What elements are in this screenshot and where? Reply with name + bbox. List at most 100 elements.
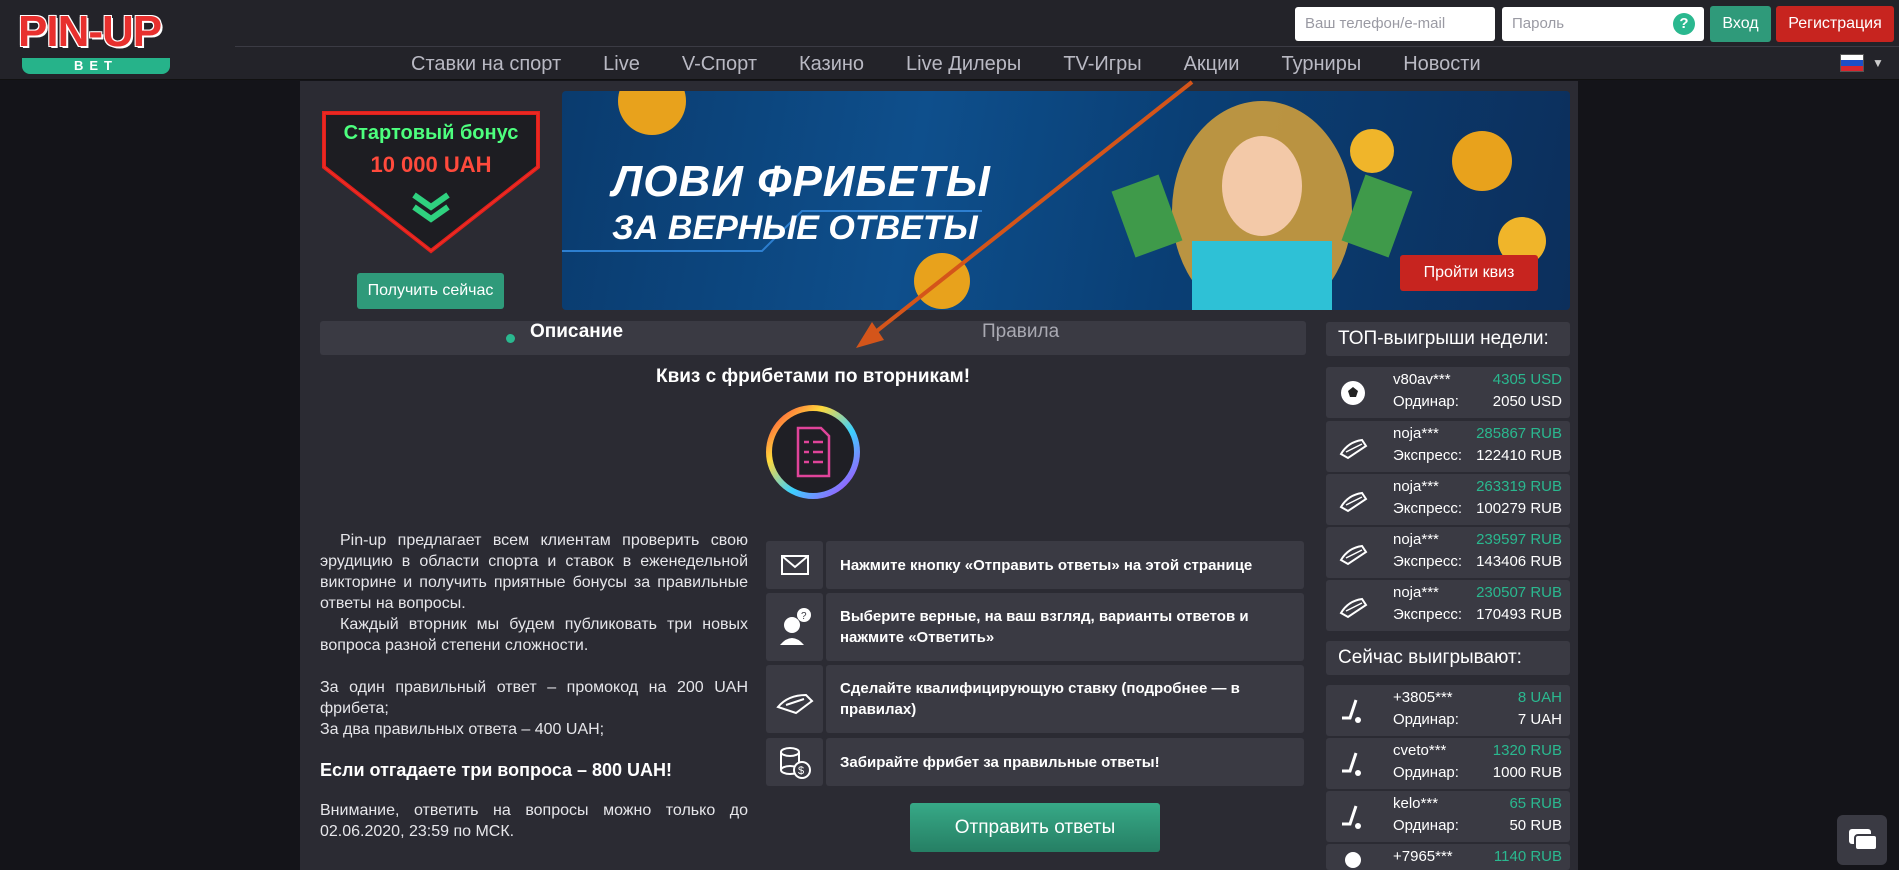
now-win-row[interactable]: kelo*** Ординар: 65 RUB 50 RUB — [1326, 791, 1570, 842]
deadline-notice: Внимание, ответить на вопросы можно толь… — [320, 802, 748, 840]
get-bonus-button[interactable]: Получить сейчас — [357, 273, 504, 309]
nav-sport[interactable]: Ставки на спорт — [390, 48, 582, 80]
step-2: ? Выберите верные, на ваш взгляд, вариан… — [766, 593, 1304, 661]
russian-flag-icon[interactable] — [1840, 54, 1864, 72]
bet-type: Ординар: — [1393, 711, 1459, 728]
bet-value: 122410 RUB — [1476, 447, 1562, 464]
win-amount: 230507 RUB — [1476, 584, 1562, 601]
top-win-row[interactable]: v80av*** Ординар: 4305 USD 2050 USD — [1326, 367, 1570, 418]
bet-type: Экспресс: — [1393, 447, 1462, 464]
pinup-logo[interactable]: PIN-UP BET — [18, 7, 173, 74]
nav-divider — [235, 46, 1899, 47]
win-amount: 8 UAH — [1517, 689, 1562, 706]
top-win-row[interactable]: noja*** Экспресс: 285867 RUB 122410 RUB — [1326, 421, 1570, 472]
chat-button[interactable] — [1837, 815, 1887, 865]
banner-title-2: ЗА ВЕРНЫЕ ОТВЕТЫ — [612, 209, 978, 247]
envelope-icon — [766, 541, 823, 589]
bet-type: Экспресс: — [1393, 606, 1462, 623]
nav-live-dealers[interactable]: Live Дилеры — [885, 48, 1042, 80]
nav-live[interactable]: Live — [582, 48, 661, 80]
win-amount: 1140 RUB — [1493, 848, 1562, 865]
nav-tv-games[interactable]: TV-Игры — [1042, 48, 1162, 80]
winner-name: +7965*** — [1393, 848, 1453, 865]
svg-text:$: $ — [798, 765, 804, 777]
top-win-row[interactable]: noja*** Экспресс: 230507 RUB 170493 RUB — [1326, 580, 1570, 631]
intro-paragraph-2: Каждый вторник мы будем публиковать три … — [320, 616, 748, 654]
bet-value: 2050 USD — [1492, 393, 1562, 410]
quiz-tabs: Описание Правила — [320, 321, 1306, 355]
hockey-icon — [1342, 699, 1361, 723]
now-win-row[interactable]: +3805*** Ординар: 8 UAH 7 UAH — [1326, 685, 1570, 736]
intro-paragraph-4: За два правильных ответа – 400 UAH; — [320, 721, 605, 738]
question-person-icon: ? — [766, 593, 823, 661]
step-4-text: Забирайте фрибет за правильные ответы! — [826, 738, 1304, 786]
step-1-text: Нажмите кнопку «Отправить ответы» на это… — [826, 541, 1304, 589]
bet-value: 143406 RUB — [1476, 553, 1562, 570]
winner-name: +3805*** — [1393, 689, 1453, 706]
express-icon — [1339, 544, 1368, 566]
tab-description[interactable]: Описание — [505, 321, 623, 355]
bet-value: 170493 RUB — [1476, 606, 1562, 623]
top-win-row[interactable]: noja*** Экспресс: 239597 RUB 143406 RUB — [1326, 527, 1570, 578]
bet-value: 7 UAH — [1517, 711, 1562, 728]
step-4: $ Забирайте фрибет за правильные ответы! — [766, 738, 1304, 786]
bet-hand-icon — [766, 665, 823, 733]
take-quiz-button[interactable]: Пройти квиз — [1400, 255, 1538, 291]
quiz-document-icon — [766, 405, 860, 499]
win-amount: 285867 RUB — [1476, 425, 1562, 442]
win-amount: 4305 USD — [1492, 371, 1562, 388]
bet-value: 50 RUB — [1509, 817, 1562, 834]
login-button[interactable]: Вход — [1710, 6, 1771, 42]
step-3-text: Сделайте квалифицирующую ставку (подробн… — [826, 665, 1304, 733]
chat-bubble-icon — [1849, 829, 1878, 851]
winner-name: cveto*** — [1393, 742, 1447, 759]
winner-name: noja*** — [1393, 425, 1439, 442]
winner-name: noja*** — [1393, 531, 1439, 548]
coins-icon: $ — [766, 738, 823, 786]
tab-rules[interactable]: Правила — [982, 321, 1059, 355]
top-header: PIN-UP BET Ставки на спорт Live V-Спорт … — [0, 0, 1899, 80]
bet-type: Ординар: — [1393, 393, 1459, 410]
nav-news[interactable]: Новости — [1382, 48, 1501, 80]
now-win-row[interactable]: cveto*** Ординар: 1320 RUB 1000 RUB — [1326, 738, 1570, 789]
winner-name: noja*** — [1393, 584, 1439, 601]
now-winning-header: Сейчас выигрывают: — [1326, 641, 1570, 675]
logo-bet: BET — [22, 58, 170, 74]
express-icon — [1339, 597, 1368, 619]
winner-name: v80av*** — [1393, 371, 1451, 388]
phone-email-input[interactable]: Ваш телефон/e-mail — [1295, 7, 1495, 41]
winner-name: kelo*** — [1393, 795, 1439, 812]
main-nav: Ставки на спорт Live V-Спорт Казино Live… — [390, 48, 1502, 80]
bet-type: Ординар: — [1393, 764, 1459, 781]
quiz-title: Квиз с фрибетами по вторникам! — [655, 366, 971, 387]
hockey-icon — [1342, 752, 1361, 776]
logo-word: PIN-UP — [18, 7, 162, 56]
svg-text:?: ? — [801, 611, 807, 622]
hockey-icon — [1342, 805, 1361, 829]
quiz-description: Pin-up предлагает всем клиентам проверит… — [320, 530, 748, 740]
intro-paragraph-3: За один правильный ответ – промокод на 2… — [320, 679, 748, 717]
step-3: Сделайте квалифицирующую ставку (подробн… — [766, 665, 1304, 733]
top-win-row[interactable]: noja*** Экспресс: 263319 RUB 100279 RUB — [1326, 474, 1570, 525]
win-amount: 263319 RUB — [1476, 478, 1562, 495]
now-win-row[interactable]: +7965*** 1140 RUB — [1326, 844, 1570, 870]
soccer-ball-icon — [1341, 381, 1365, 405]
three-answers-bonus: Если отгадаете три вопроса – 800 UAH! — [320, 760, 673, 780]
nav-casino[interactable]: Казино — [778, 48, 885, 80]
nav-vsport[interactable]: V-Спорт — [661, 48, 778, 80]
soccer-ball-icon — [1345, 852, 1361, 868]
password-help-icon[interactable]: ? — [1673, 13, 1695, 35]
nav-tournaments[interactable]: Турниры — [1260, 48, 1382, 80]
register-button[interactable]: Регистрация — [1776, 6, 1894, 42]
express-icon — [1339, 491, 1368, 513]
nav-promotions[interactable]: Акции — [1163, 48, 1261, 80]
winner-name: noja*** — [1393, 478, 1439, 495]
language-caret-icon[interactable]: ▼ — [1872, 56, 1884, 70]
express-icon — [1339, 438, 1368, 460]
send-answers-button[interactable]: Отправить ответы — [910, 803, 1160, 852]
promo-banner[interactable]: ЛОВИ ФРИБЕТЫ ЗА ВЕРНЫЕ ОТВЕТЫ Пройти кви… — [562, 91, 1570, 310]
bet-type: Экспресс: — [1393, 500, 1462, 517]
intro-paragraph-1: Pin-up предлагает всем клиентам проверит… — [320, 532, 748, 612]
bet-type: Экспресс: — [1393, 553, 1462, 570]
step-2-text: Выберите верные, на ваш взгляд, варианты… — [826, 593, 1304, 661]
